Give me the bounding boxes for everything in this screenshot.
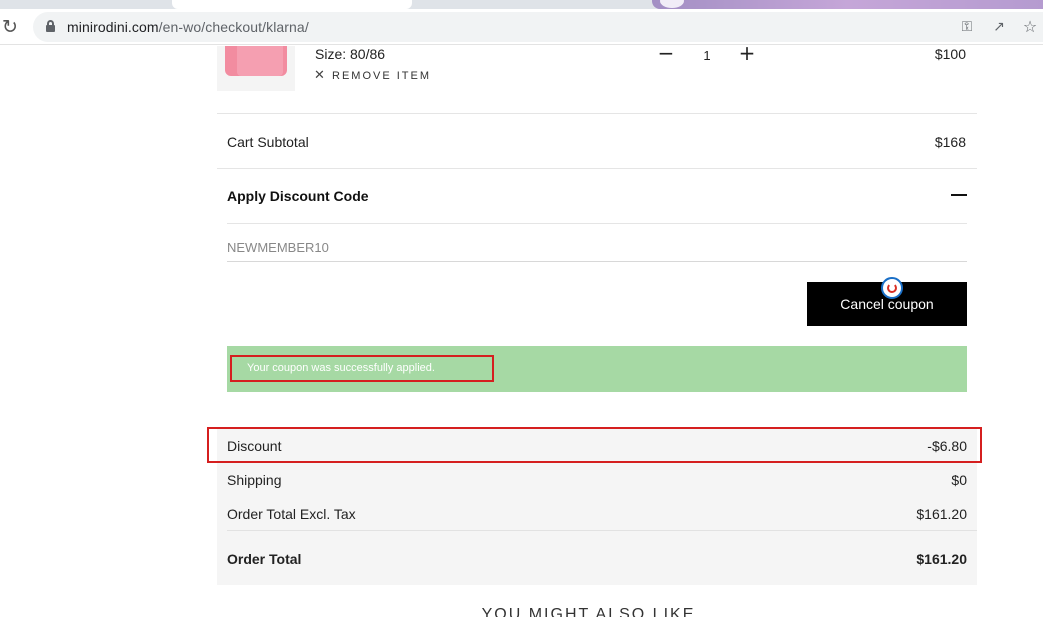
divider bbox=[217, 113, 977, 114]
browser-toolbar: ↻ minirodini.com/en-wo/checkout/klarna/ … bbox=[0, 9, 1043, 45]
remove-item-button[interactable]: ✕ REMOVE ITEM bbox=[314, 68, 431, 83]
discount-code-heading[interactable]: Apply Discount Code bbox=[227, 188, 369, 204]
success-message-text: Your coupon was successfully applied. bbox=[247, 362, 435, 374]
quantity-decrease-button[interactable]: − bbox=[656, 46, 676, 63]
close-icon: ✕ bbox=[314, 68, 325, 83]
coupon-success-message: Your coupon was successfully applied. bbox=[227, 346, 967, 392]
order-total-excl-tax-value: $161.20 bbox=[916, 506, 967, 522]
quantity-value: 1 bbox=[703, 48, 711, 63]
subtotal-value: $168 bbox=[934, 134, 966, 150]
active-tab[interactable] bbox=[172, 0, 412, 9]
item-size: Size: 80/86 bbox=[315, 46, 386, 62]
highlight-outline bbox=[207, 427, 982, 463]
url-text[interactable]: minirodini.com/en-wo/checkout/klarna/ bbox=[67, 19, 309, 35]
loading-spinner-icon bbox=[881, 277, 903, 299]
background-tab[interactable] bbox=[652, 0, 1043, 9]
address-bar[interactable]: minirodini.com/en-wo/checkout/klarna/ ⚿ … bbox=[33, 12, 1043, 42]
shipping-value: $0 bbox=[951, 472, 967, 488]
order-total-label: Order Total bbox=[227, 551, 302, 567]
recommendations-heading: YOU MIGHT ALSO LIKE bbox=[481, 606, 696, 617]
order-total-excl-tax-label: Order Total Excl. Tax bbox=[227, 506, 356, 522]
remove-item-label: REMOVE ITEM bbox=[332, 69, 432, 82]
url-path: /en-wo/checkout/klarna/ bbox=[158, 19, 309, 35]
reload-icon[interactable]: ↻ bbox=[2, 17, 22, 37]
collapse-icon[interactable] bbox=[951, 194, 967, 196]
divider bbox=[227, 530, 977, 531]
tab-strip bbox=[0, 0, 1043, 9]
lock-icon[interactable] bbox=[46, 20, 55, 32]
url-domain: minirodini.com bbox=[67, 19, 159, 35]
divider bbox=[217, 168, 977, 169]
key-icon[interactable]: ⚿ bbox=[958, 18, 976, 36]
shipping-label: Shipping bbox=[227, 472, 282, 488]
coupon-code-input[interactable] bbox=[227, 224, 967, 262]
subtotal-label: Cart Subtotal bbox=[227, 134, 309, 150]
item-price: $100 bbox=[934, 46, 966, 62]
star-icon[interactable]: ☆ bbox=[1021, 18, 1039, 36]
order-total-value: $161.20 bbox=[916, 551, 967, 567]
checkout-page: Size: 80/86 ✕ REMOVE ITEM − 1 + $100 Car… bbox=[0, 46, 1043, 617]
quantity-increase-button[interactable]: + bbox=[737, 46, 757, 63]
product-image[interactable] bbox=[217, 46, 295, 91]
share-icon[interactable]: ↗ bbox=[990, 18, 1008, 36]
